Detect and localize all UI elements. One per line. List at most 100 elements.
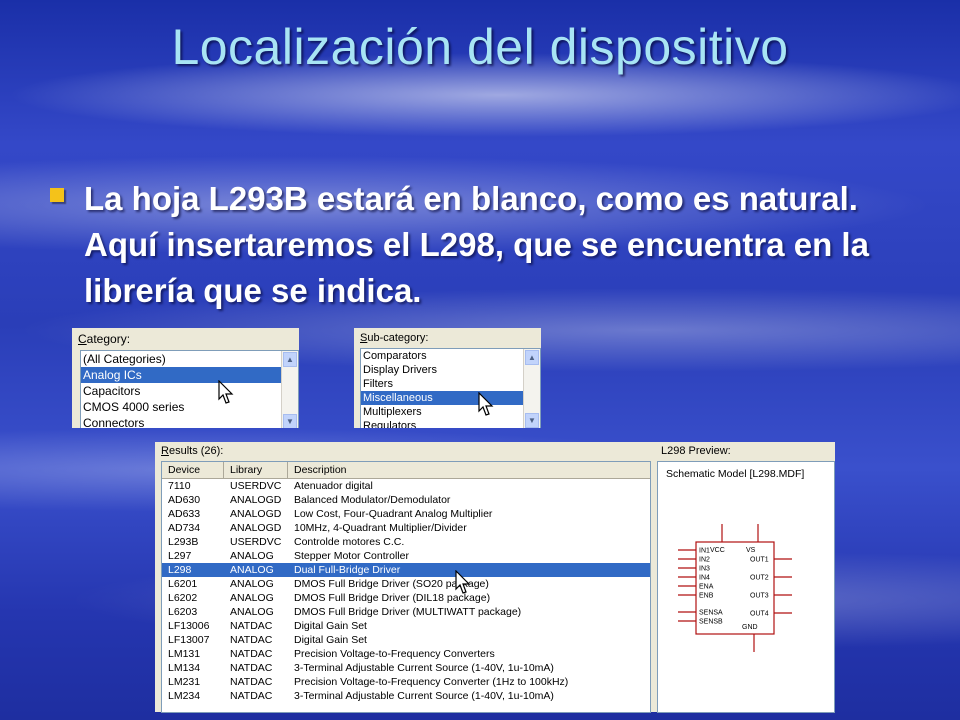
category-item[interactable]: Capacitors [81,383,298,399]
library-cell: ANALOG [230,592,274,604]
library-cell: USERDVC [230,480,282,492]
category-item[interactable]: Analog ICs [81,367,298,383]
description-cell: Low Cost, Four-Quadrant Analog Multiplie… [294,508,493,520]
category-scrollbar[interactable]: ▲ ▼ [281,351,298,428]
description-cell: Precision Voltage-to-Frequency Converter… [294,648,495,660]
table-row[interactable]: L293B USERDVC Controlde motores C.C. [162,535,650,549]
library-cell: NATDAC [230,690,273,702]
library-cell: NATDAC [230,620,273,632]
pin-label-right: OUT2 [750,575,769,582]
library-cell: ANALOG [230,578,274,590]
subcategory-listbox[interactable]: Comparators Display Drivers Filters Miscell… [360,348,541,428]
description-cell: Precision Voltage-to-Frequency Converter… [294,676,569,688]
subcategory-item[interactable]: Display Drivers [361,363,540,377]
bullet-text: La hoja L293B estará en blanco, como es … [84,180,869,309]
results-table[interactable]: Device Library Description 7110 USERDVC At… [161,461,651,713]
pin-label-left: SENSA [699,610,723,617]
table-row[interactable]: LM134 NATDAC 3-Terminal Adjustable Current… [162,661,650,675]
scroll-down-icon[interactable]: ▼ [525,413,539,428]
pin-label-left: IN2 [699,557,710,564]
pin-label-right: OUT4 [750,611,769,618]
category-item[interactable]: CMOS 4000 series [81,399,298,415]
results-header: Device Library Description [162,462,650,479]
library-cell: NATDAC [230,662,273,674]
slide-title: Localización del dispositivo [171,19,789,75]
scroll-down-icon[interactable]: ▼ [283,414,297,428]
device-cell: LM231 [168,676,201,688]
subcategory-panel: Sub-category: Comparators Display Drivers… [354,328,541,428]
table-row[interactable]: L6203 ANALOG DMOS Full Bridge Driver (MULT… [162,605,650,619]
library-cell: ANALOG [230,564,274,576]
results-label: Results (26): [161,445,224,457]
subcategory-item[interactable]: Filters [361,377,540,391]
table-row[interactable]: LF13007 NATDAC Digital Gain Set [162,633,650,647]
column-header-device[interactable]: Device [162,462,224,478]
category-listbox[interactable]: (All Categories) Analog ICs Capacitors CMOS… [80,350,299,428]
scroll-up-icon[interactable]: ▲ [283,352,297,367]
library-cell: ANALOGD [230,508,282,520]
description-cell: Balanced Modulator/Demodulator [294,494,451,506]
column-header-description[interactable]: Description [288,462,650,478]
table-row[interactable]: 7110 USERDVC Atenuador digital [162,479,650,493]
subcategory-label: Sub-category: [360,332,429,344]
pin-label-bottom: GND [742,624,758,631]
category-item[interactable]: (All Categories) [81,351,298,367]
description-cell: Atenuador digital [294,480,373,492]
description-cell: Digital Gain Set [294,620,367,632]
pin-label-left: SENSB [699,619,723,626]
category-item[interactable]: Connectors [81,415,298,428]
table-row[interactable]: LF13006 NATDAC Digital Gain Set [162,619,650,633]
device-cell: L293B [168,536,199,548]
panel-divider[interactable] [651,442,655,712]
subcategory-item[interactable]: Miscellaneous [361,391,540,405]
library-cell: NATDAC [230,676,273,688]
device-cell: L298 [168,564,192,576]
subcategory-scrollbar[interactable]: ▲ ▼ [523,349,540,428]
table-row[interactable]: L298 ANALOG Dual Full-Bridge Driver [162,563,650,577]
table-row[interactable]: AD630 ANALOGD Balanced Modulator/Demodulat… [162,493,650,507]
pin-label-left: ENA [699,584,714,591]
subcategory-item[interactable]: Multiplexers [361,405,540,419]
description-cell: 3-Terminal Adjustable Current Source (1-… [294,690,554,702]
library-cell: ANALOGD [230,494,282,506]
table-row[interactable]: L297 ANALOG Stepper Motor Controller [162,549,650,563]
device-cell: L6201 [168,578,198,590]
device-cell: AD630 [168,494,201,506]
l298-schematic-symbol: VCC VS GND IN1 IN2 IN3 IN4 ENA ENB SENSA SENSB OUT1… [678,524,792,652]
pin-label-right: OUT1 [750,557,769,564]
library-cell: ANALOGD [230,522,282,534]
table-row[interactable]: L6202 ANALOG DMOS Full Bridge Driver (DIL1… [162,591,650,605]
description-cell: Controlde motores C.C. [294,536,405,548]
device-cell: LF13006 [168,620,210,632]
description-cell: Stepper Motor Controller [294,550,409,562]
table-row[interactable]: AD734 ANALOGD 10MHz, 4-Quadrant Multiplier… [162,521,650,535]
device-cell: 7110 [168,480,191,492]
scroll-up-icon[interactable]: ▲ [525,350,539,365]
library-cell: NATDAC [230,634,273,646]
table-row[interactable]: LM231 NATDAC Precision Voltage-to-Frequenc… [162,675,650,689]
device-cell: L6203 [168,606,198,618]
table-row[interactable]: L6201 ANALOG DMOS Full Bridge Driver (SO20… [162,577,650,591]
table-row[interactable]: LM234 NATDAC 3-Terminal Adjustable Current… [162,689,650,703]
device-cell: LM234 [168,690,201,702]
device-cell: L297 [168,550,192,562]
subcategory-item[interactable]: Comparators [361,349,540,363]
subcategory-item[interactable]: Regulators [361,419,540,428]
device-cell: L6202 [168,592,198,604]
category-label: Category: [78,332,131,346]
description-cell: DMOS Full Bridge Driver (MULTIWATT packa… [294,606,522,618]
pin-label-left: IN4 [699,575,710,582]
square-bullet-icon [50,188,64,202]
results-panel: Results (26): Device Library Description… [155,442,835,713]
description-cell: 3-Terminal Adjustable Current Source (1-… [294,662,554,674]
column-header-library[interactable]: Library [224,462,288,478]
table-row[interactable]: LM131 NATDAC Precision Voltage-to-Frequenc… [162,647,650,661]
category-panel: Category: (All Categories) Analog ICs Capa… [72,328,299,428]
pin-label-top: VS [746,547,756,554]
pin-label-top: VCC [710,547,725,554]
preview-pane: Schematic Model [L298.MDF] VCC VS GND IN1 IN… [657,461,835,713]
pin-label-left: ENB [699,593,714,600]
library-cell: ANALOG [230,550,274,562]
device-cell: LM134 [168,662,201,674]
table-row[interactable]: AD633 ANALOGD Low Cost, Four-Quadrant Anal… [162,507,650,521]
